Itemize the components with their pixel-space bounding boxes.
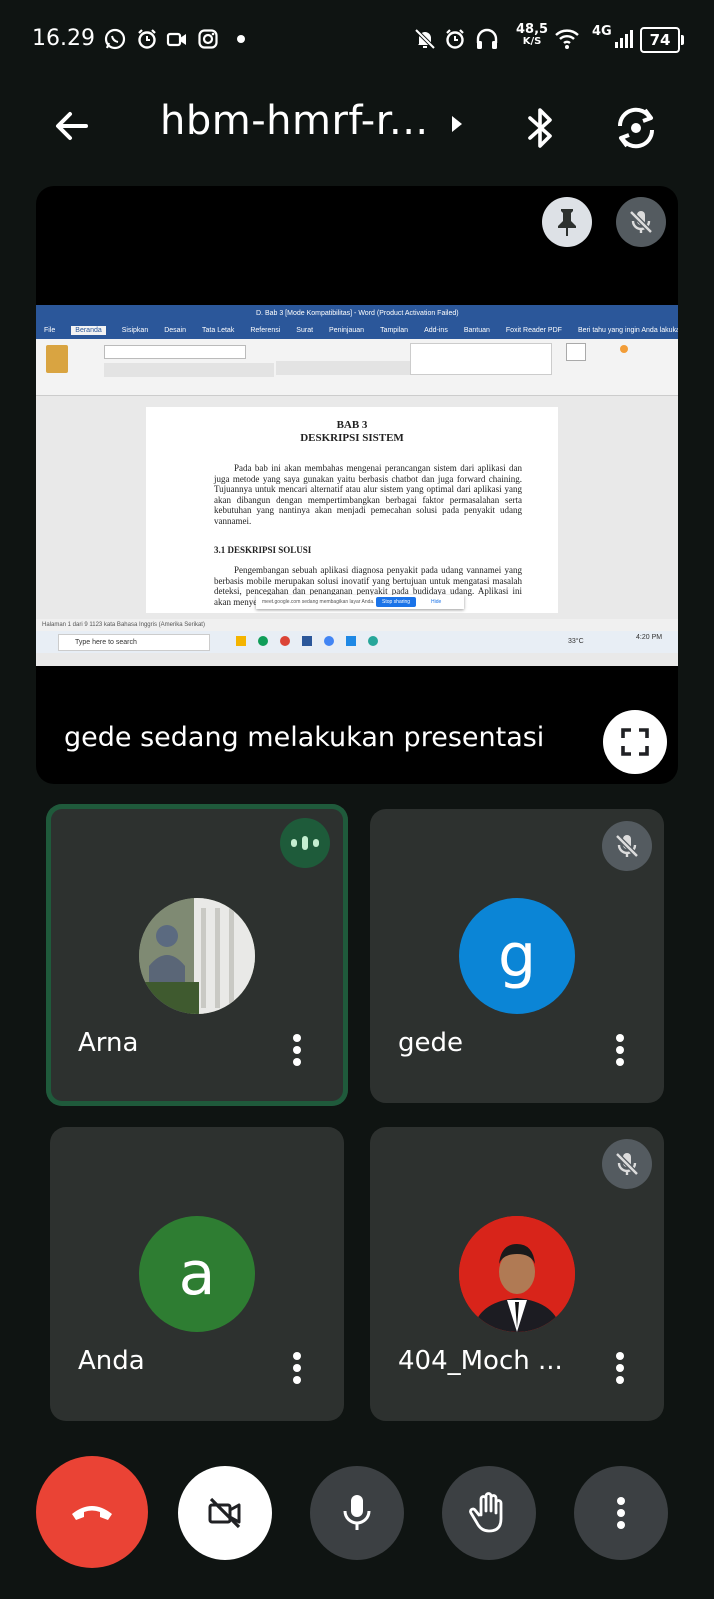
participant-tile-anda[interactable]: a Anda — [50, 1127, 344, 1421]
bluetooth-audio-button[interactable] — [520, 104, 560, 152]
pin-icon — [558, 209, 576, 236]
videocam-off-icon — [208, 1497, 241, 1529]
word-tab: Tampilan — [380, 327, 409, 334]
signal-icon — [612, 26, 638, 52]
word-tab: Foxit Reader PDF — [505, 327, 562, 334]
word-title-bar: D. Bab 3 [Mode Kompatibilitas] - Word (P… — [36, 305, 678, 323]
participant-options-button[interactable] — [616, 1034, 624, 1066]
whatsapp-icon — [102, 26, 128, 52]
word-window-title: D. Bab 3 [Mode Kompatibilitas] - Word (P… — [256, 310, 459, 317]
avatar-photo — [459, 1216, 575, 1332]
arrow-back-icon — [56, 112, 88, 140]
participant-options-button[interactable] — [616, 1352, 624, 1384]
word-tab: File — [44, 327, 56, 334]
word-tab: Bantuan — [463, 327, 490, 334]
participant-name: Anda — [78, 1346, 145, 1376]
fullscreen-button[interactable] — [603, 710, 667, 774]
avatar-initial: a — [139, 1216, 255, 1332]
taskbar-search: Type here to search — [58, 634, 210, 651]
mic-off-icon — [615, 834, 639, 858]
status-bar: 16.29 48,5 K/S 4G 74 — [0, 0, 714, 80]
do-not-disturb-icon — [412, 26, 438, 52]
word-tab: Tata Letak — [202, 327, 235, 334]
doc-section-heading: 3.1 DESKRIPSI SOLUSI — [214, 545, 312, 555]
word-status-bar: Halaman 1 dari 9 1123 kata Bahasa Inggri… — [36, 619, 678, 631]
word-tab: Sisipkan — [121, 327, 149, 334]
doc-heading-2: DESKRIPSI SISTEM — [300, 432, 404, 444]
headphones-icon — [474, 26, 500, 52]
word-tab: Referensi — [250, 327, 281, 334]
doc-paragraph-1: Pada bab ini akan membahas mengenai pera… — [214, 463, 522, 526]
pin-button[interactable] — [542, 197, 592, 247]
hang-up-icon — [72, 1506, 112, 1520]
mic-off-icon — [629, 210, 653, 234]
word-tab: Surat — [296, 327, 314, 334]
word-tab: Beri tahu yang ingin Anda lakukan — [577, 327, 678, 334]
muted-indicator — [602, 821, 652, 871]
word-tab: Beranda — [71, 326, 106, 335]
participant-name: Arna — [78, 1028, 139, 1058]
participant-options-button[interactable] — [293, 1034, 301, 1066]
meeting-details-arrow-icon[interactable] — [452, 116, 462, 132]
doc-heading-1: BAB 3 — [336, 419, 368, 431]
switch-camera-button[interactable] — [612, 104, 660, 152]
avatar-photo — [139, 898, 255, 1014]
presentation-label: gede sedang melakukan presentasi — [64, 722, 545, 753]
network-speed: 48,5 K/S — [516, 22, 549, 47]
battery-indicator: 74 — [640, 27, 684, 53]
more-notifications-dot — [228, 26, 254, 52]
camera-toggle-button[interactable] — [178, 1466, 272, 1560]
participant-tile-gede[interactable]: g gede — [370, 809, 664, 1103]
microphone-toggle-button[interactable] — [310, 1466, 404, 1560]
muted-indicator — [602, 1139, 652, 1189]
bluetooth-icon — [528, 108, 552, 148]
raise-hand-button[interactable] — [442, 1466, 536, 1560]
windows-taskbar: Type here to search 33°C 4:20 PM — [36, 631, 678, 653]
participant-name: gede — [398, 1028, 463, 1058]
shared-screen: D. Bab 3 [Mode Kompatibilitas] - Word (P… — [36, 305, 678, 666]
speaking-indicator — [280, 818, 330, 868]
fullscreen-icon — [621, 728, 649, 756]
meeting-title[interactable]: hbm-hmrf-r... — [160, 98, 429, 144]
word-tab: Add-ins — [424, 327, 448, 334]
more-vert-icon — [617, 1497, 625, 1529]
instagram-icon — [195, 26, 221, 52]
clock: 16.29 — [32, 26, 95, 51]
switch-camera-icon — [617, 107, 655, 149]
mic-icon — [343, 1495, 371, 1530]
raise-hand-icon — [469, 1492, 503, 1533]
word-ribbon — [36, 339, 678, 396]
wifi-icon — [554, 26, 580, 52]
more-options-button[interactable] — [574, 1466, 668, 1560]
participant-options-button[interactable] — [293, 1352, 301, 1384]
participant-tile-arna[interactable]: Arna — [46, 804, 348, 1106]
network-type: 4G — [592, 24, 612, 39]
alarm-set-icon — [442, 26, 468, 52]
screen-share-bar: meet.google.com sedang membagikan layar … — [256, 595, 464, 609]
alarm-icon — [134, 26, 160, 52]
avatar-initial: g — [459, 898, 575, 1014]
mic-off-icon — [615, 1152, 639, 1176]
word-ribbon-tabs: File Beranda Sisipkan Desain Tata Letak Refer… — [36, 323, 678, 339]
video-call-icon — [164, 26, 190, 52]
participant-name: 404_Moch ... — [398, 1346, 563, 1376]
word-tab: Desain — [164, 327, 187, 334]
participant-tile-404-moch[interactable]: 404_Moch ... — [370, 1127, 664, 1421]
presenter-muted-indicator — [616, 197, 666, 247]
word-page: BAB 3 DESKRIPSI SISTEM Pada bab ini akan… — [146, 407, 558, 613]
back-button[interactable] — [50, 104, 94, 148]
end-call-button[interactable] — [36, 1456, 148, 1568]
word-tab: Peninjauan — [329, 327, 365, 334]
